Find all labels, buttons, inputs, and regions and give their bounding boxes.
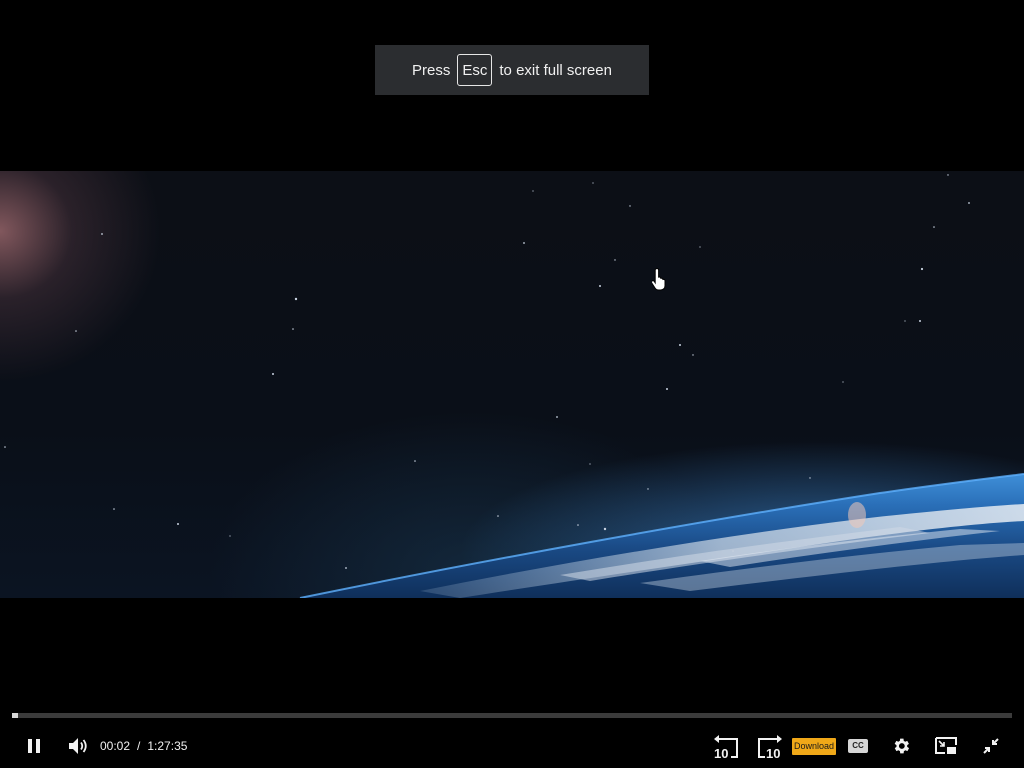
forward-10-button[interactable]: 10	[756, 733, 784, 759]
gear-icon	[894, 738, 910, 754]
notice-prefix: Press	[412, 61, 451, 79]
volume-button[interactable]	[66, 735, 90, 757]
rewind-label: 10	[714, 746, 728, 759]
pause-button[interactable]	[24, 736, 44, 756]
forward-label: 10	[766, 746, 780, 759]
video-player: Press Esc to exit full screen 00:02 / 1:…	[0, 0, 1024, 768]
download-button[interactable]: Download	[792, 738, 836, 755]
current-time: 00:02	[100, 739, 131, 753]
exit-fullscreen-icon	[983, 738, 999, 754]
space-earth-scene	[4, 174, 1024, 598]
rewind-10-button[interactable]: 10	[712, 733, 740, 759]
rewind-10-icon: 10	[714, 735, 738, 759]
exit-fullscreen-button[interactable]	[980, 735, 1002, 757]
time-display: 00:02 / 1:27:35	[100, 738, 187, 754]
fullscreen-notice: Press Esc to exit full screen	[375, 45, 649, 95]
picture-in-picture-icon	[935, 737, 957, 754]
esc-key-badge: Esc	[457, 54, 493, 86]
seek-bar-played	[12, 713, 18, 718]
duration: 1:27:35	[147, 739, 188, 753]
video-frame[interactable]	[0, 171, 1024, 598]
forward-10-icon: 10	[758, 735, 782, 759]
time-separator: /	[137, 739, 141, 753]
picture-in-picture-button[interactable]	[934, 735, 958, 757]
volume-icon	[69, 738, 87, 754]
notice-suffix: to exit full screen	[499, 61, 612, 79]
closed-captions-button[interactable]: CC	[848, 739, 868, 753]
pause-icon	[28, 739, 40, 753]
hand-cursor-icon	[652, 267, 666, 291]
settings-button[interactable]	[890, 735, 912, 757]
seek-bar[interactable]	[12, 713, 1012, 718]
